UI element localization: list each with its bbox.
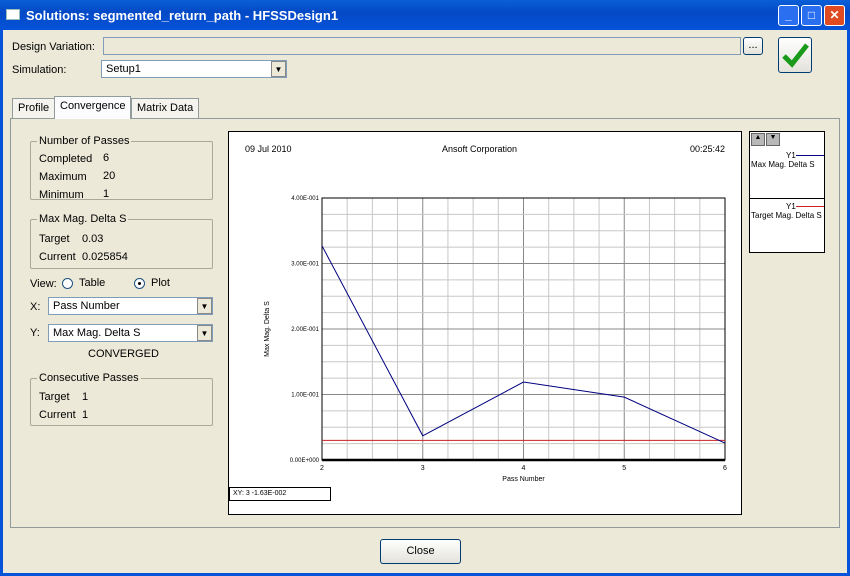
y-tick-label: 3.00E-001 [291,262,319,268]
y-tick-label: 2.00E-001 [291,327,319,333]
convergence-plot[interactable]: 09 Jul 2010 Ansoft Corporation 00:25:42 … [228,131,742,515]
design-variation-field[interactable] [103,37,741,55]
legend-tag: Y1 [786,202,796,211]
x-tick-label: 5 [622,465,626,472]
x-tick-label: 2 [320,465,324,472]
legend-tag: Y1 [786,151,796,160]
title-bar: Solutions: segmented_return_path - HFSSD… [0,0,850,30]
consecutive-title: Consecutive Passes [37,372,141,384]
scroll-up-button[interactable]: ▲ [751,133,765,146]
tab-matrix-data[interactable]: Matrix Data [131,98,200,118]
tab-convergence[interactable]: Convergence [54,96,132,119]
chevron-down-icon[interactable]: ▼ [197,325,212,341]
chevron-down-icon[interactable]: ▼ [271,61,286,77]
maximize-button[interactable]: □ [801,5,822,26]
browse-button[interactable]: ... [743,37,763,55]
simulation-label: Simulation: [12,64,67,76]
y-tick-label: 0.00E+000 [290,458,320,464]
y-axis-select[interactable]: Max Mag. Delta S ▼ [48,324,213,342]
window-icon [6,9,20,20]
checkmark-icon [782,43,809,68]
xy-readout: XY: 3 -1.63E-002 [229,487,331,501]
legend-item-max-delta: Max Mag. Delta S [751,160,815,169]
view-table-radio[interactable] [62,278,73,289]
window-title: Solutions: segmented_return_path - HFSSD… [26,7,339,23]
x-tick-label: 6 [723,465,727,472]
view-plot-label[interactable]: Plot [151,277,170,289]
simulation-select[interactable]: Setup1 ▼ [101,60,287,78]
x-tick-label: 3 [421,465,425,472]
x-axis-label: X: [30,301,41,313]
x-axis-title: Pass Number [502,476,545,483]
legend-line-icon [796,206,824,207]
chart-svg: 0.00E+000 1.00E-001 2.00E-001 3.00E-001 4.00… [264,196,727,483]
x-axis-select[interactable]: Pass Number ▼ [48,297,213,315]
chevron-down-icon[interactable]: ▼ [197,298,212,314]
passes-group: Number of Passes Completed 6 Maximum 20 … [30,135,213,201]
convergence-status: CONVERGED [88,348,159,360]
y-tick-label: 1.00E-001 [291,393,319,399]
legend-line-icon [796,155,824,156]
tab-profile[interactable]: Profile [12,98,56,118]
legend-item-target-delta: Target Mag. Delta S [751,211,822,220]
maximum-value: 20 [103,170,116,182]
completed-value: 6 [103,152,110,164]
apply-check-button[interactable] [778,37,812,73]
maximum-label: Maximum [39,171,87,183]
consecutive-group: Consecutive Passes Target 1 Current 1 [30,372,213,426]
y-tick-label: 4.00E-001 [291,196,319,202]
legend-divider [750,198,824,199]
delta-title: Max Mag. Delta S [37,213,129,225]
consecutive-current-value: 1 [82,409,89,421]
delta-current-label: Current [39,251,76,263]
view-label: View: [30,278,57,290]
consecutive-target-label: Target [39,391,70,403]
consecutive-target-value: 1 [82,391,89,403]
delta-target-label: Target [39,233,70,245]
consecutive-current-label: Current [39,409,76,421]
close-button[interactable]: Close [380,539,461,564]
simulation-value: Setup1 [106,63,141,75]
design-variation-label: Design Variation: [12,41,95,53]
x-axis-value: Pass Number [53,300,120,312]
minimize-button[interactable]: _ [778,5,799,26]
passes-title: Number of Passes [37,135,132,147]
minimum-value: 1 [103,188,110,200]
scroll-down-button[interactable]: ▼ [766,133,780,146]
delta-target-value: 0.03 [82,233,104,245]
y-axis-value: Max Mag. Delta S [53,327,141,339]
plot-legend: ▲ ▼ Y1 Max Mag. Delta S Y1 Target Mag. D… [749,131,825,253]
view-table-label[interactable]: Table [79,277,105,289]
completed-label: Completed [39,153,93,165]
y-axis-label: Y: [30,327,40,339]
close-window-button[interactable]: ✕ [824,5,845,26]
minimum-label: Minimum [39,189,84,201]
delta-group: Max Mag. Delta S Target 0.03 Current 0.0… [30,213,213,269]
y-axis-title: Max Mag. Delta S [264,301,271,357]
x-tick-label: 4 [522,465,526,472]
delta-current-value: 0.025854 [82,251,128,263]
view-plot-radio[interactable] [134,278,145,289]
